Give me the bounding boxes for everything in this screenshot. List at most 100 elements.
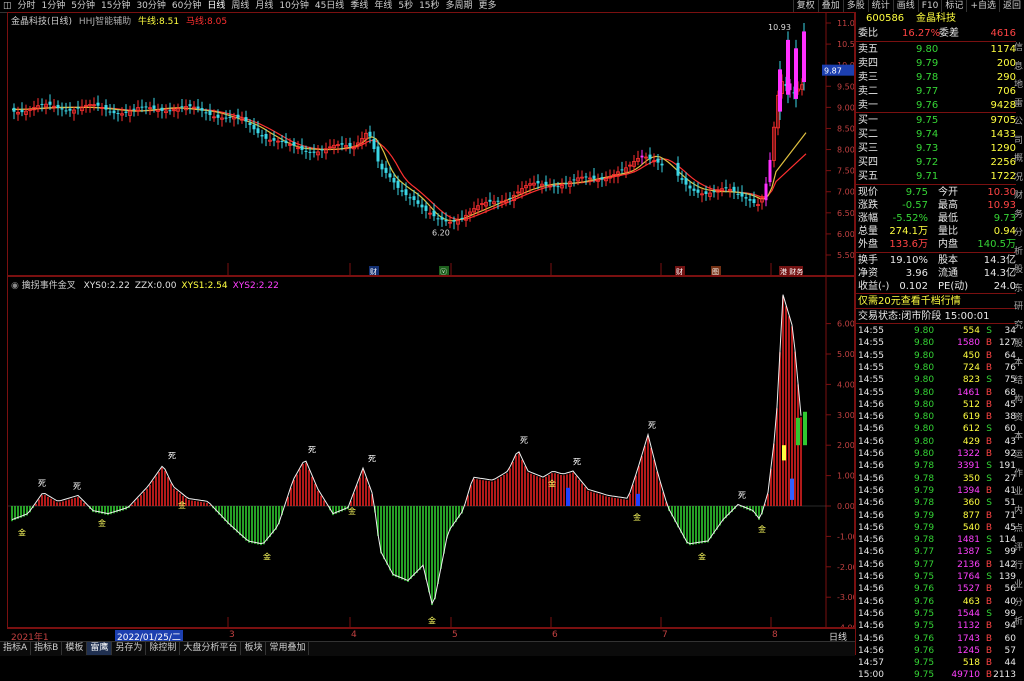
candle-body (712, 191, 716, 193)
period-tab[interactable]: 5分钟 (68, 0, 98, 12)
f10-link-char[interactable]: 结 (1014, 373, 1023, 386)
tick-volume: 1527 (957, 584, 980, 595)
bottom-tab[interactable]: 常用叠加 (266, 642, 310, 655)
period-tab[interactable]: 45日线 (312, 0, 347, 12)
indicator-canvas[interactable]: 6.00 5.00 4.00 3.00 2.00 1.00 0.00 -1.00 -2.00 -3… (8, 277, 854, 627)
toolbar-action[interactable]: 叠加 (817, 0, 843, 12)
toolbar-action[interactable]: 多股 (842, 0, 868, 12)
f10-link-char[interactable]: 务 (1014, 207, 1023, 220)
f10-link-char[interactable]: 股 (1014, 262, 1023, 275)
event-marker[interactable]: 财 (676, 267, 683, 275)
f10-link-char[interactable]: 业 (1014, 577, 1023, 590)
candle-body (420, 204, 424, 208)
toolbar-action[interactable]: F10 (917, 0, 942, 12)
divider (856, 308, 1016, 309)
period-tab[interactable]: 月线 (252, 0, 276, 12)
bottom-tab[interactable]: 雷鹰 (87, 642, 113, 655)
toolbar-action[interactable]: 返回 (998, 0, 1024, 12)
f10-link-char[interactable]: 点 (1014, 521, 1023, 534)
period-tab[interactable]: 周线 (228, 0, 252, 12)
f10-link-char[interactable]: 资 (1014, 410, 1023, 423)
toolbar-action[interactable]: +自选 (966, 0, 999, 12)
stat-value: 0.94 (993, 226, 1016, 237)
event-marker[interactable]: 港 财务 (780, 267, 803, 275)
period-tab[interactable]: 1分钟 (39, 0, 69, 12)
period-tab[interactable]: 日线 (204, 0, 228, 12)
dead-cross-marker: 死 (738, 491, 746, 500)
tick-side: S (986, 326, 992, 336)
f10-link-char[interactable]: 东 (1014, 281, 1023, 294)
f10-link-char[interactable]: 构 (1014, 392, 1023, 405)
period-tab[interactable]: 更多 (476, 0, 500, 12)
f10-link-char[interactable]: 析 (1014, 244, 1023, 257)
tick-row: 14:56 9.80 1322 B 92 (856, 448, 1016, 460)
bottom-tab[interactable]: 指标A (0, 642, 32, 655)
period-tab[interactable]: 季线 (347, 0, 371, 12)
bottom-tab[interactable]: 指标B (31, 642, 63, 655)
event-marker[interactable]: 图 (712, 268, 719, 275)
bottom-tab[interactable]: 板块 (241, 642, 267, 655)
kline-chart-panel[interactable]: 金晶科技(日线) HHJ智能辅助 牛线:8.51 马线:8.05 11.0010… (7, 12, 855, 276)
f10-link-char[interactable]: 评 (1014, 540, 1023, 553)
f10-link-char[interactable]: 本 (1014, 429, 1023, 442)
f10-link-char[interactable]: 司 (1014, 133, 1023, 146)
stat-label: 涨跌 (858, 200, 878, 211)
f10-link-char[interactable]: 财 (1014, 188, 1023, 201)
f10-link-char[interactable]: 本 (1014, 355, 1023, 368)
candle-body (76, 107, 80, 109)
kline-canvas[interactable]: 11.0010.5010.009.509.008.508.007.507.006… (8, 13, 854, 275)
f10-link-char[interactable]: 雷 (1014, 96, 1023, 109)
bottom-tab[interactable]: 另存为 (112, 642, 147, 655)
bottom-tab[interactable]: 大盘分析平台 (180, 642, 242, 655)
toolbar-action[interactable]: 复权 (792, 0, 818, 12)
period-tab[interactable]: 15分钟 (98, 0, 133, 12)
candle-body (564, 183, 568, 185)
f10-link-char[interactable]: 分 (1014, 225, 1023, 238)
f10-link-char[interactable]: 析 (1014, 614, 1023, 627)
indicator-chart-panel[interactable]: ◉ 擒拐事件金叉 XYS0:2.22 ZZX:0.00 XYS1:2.54 XYS2:… (7, 276, 855, 628)
bid-price: 9.75 (916, 115, 939, 126)
period-tab[interactable]: 10分钟 (276, 0, 311, 12)
f10-link-char[interactable]: 行 (1014, 558, 1023, 571)
finance-row: 换手 19.10% 股本 14.3亿 (856, 254, 1016, 267)
f10-link-char[interactable]: 信 (1014, 40, 1023, 53)
period-tab[interactable]: 15秒 (416, 0, 442, 12)
f10-link-char[interactable]: 股 (1014, 336, 1023, 349)
f10-link-char[interactable]: 究 (1014, 318, 1023, 331)
tick-price: 9.78 (914, 461, 935, 472)
tick-volume: 612 (962, 424, 980, 435)
f10-link-char[interactable]: 息 (1014, 59, 1023, 72)
period-tab[interactable]: 60分钟 (169, 0, 204, 12)
candle-body (152, 105, 156, 109)
y-tick-label: 8.00 (837, 146, 854, 155)
tick-row: 14:55 9.80 554 S 34 (856, 325, 1016, 337)
f10-link-char[interactable]: 业 (1014, 484, 1023, 497)
f10-link-char[interactable]: 内 (1014, 503, 1023, 516)
promo-row[interactable]: 仅需20元查看千档行情 (856, 295, 1016, 308)
period-tab[interactable]: 5秒 (395, 0, 416, 12)
f10-link-char[interactable]: 研 (1014, 299, 1023, 312)
event-marker[interactable]: 财 (370, 267, 377, 275)
tick-volume: 724 (962, 362, 980, 373)
signal-bar (782, 445, 786, 461)
menu-icon[interactable]: ◫ (0, 0, 15, 12)
bottom-tab[interactable]: 模板 (62, 642, 88, 655)
tick-side: B (985, 584, 992, 595)
f10-link-char[interactable]: 地 (1014, 77, 1023, 90)
period-tab[interactable]: 年线 (371, 0, 395, 12)
bottom-tab[interactable]: 除控制 (146, 642, 181, 655)
period-tab[interactable]: 分时 (15, 0, 39, 12)
f10-link-char[interactable]: 公 (1014, 114, 1023, 127)
f10-link-char[interactable]: 况 (1014, 170, 1023, 183)
period-tab[interactable]: 多周期 (443, 0, 476, 12)
event-marker[interactable]: ⓥ (440, 268, 447, 275)
period-tab[interactable]: 30分钟 (133, 0, 168, 12)
f10-link-char[interactable]: 分 (1014, 595, 1023, 608)
toolbar-action[interactable]: 统计 (867, 0, 893, 12)
f10-link-char[interactable]: 运 (1014, 447, 1023, 460)
f10-link-char[interactable]: 概 (1014, 151, 1023, 164)
y-tick-label: 6.00 (837, 320, 854, 329)
toolbar-action[interactable]: 标记 (941, 0, 966, 12)
toolbar-action[interactable]: 画线 (892, 0, 918, 12)
f10-link-char[interactable]: 作 (1014, 466, 1023, 479)
